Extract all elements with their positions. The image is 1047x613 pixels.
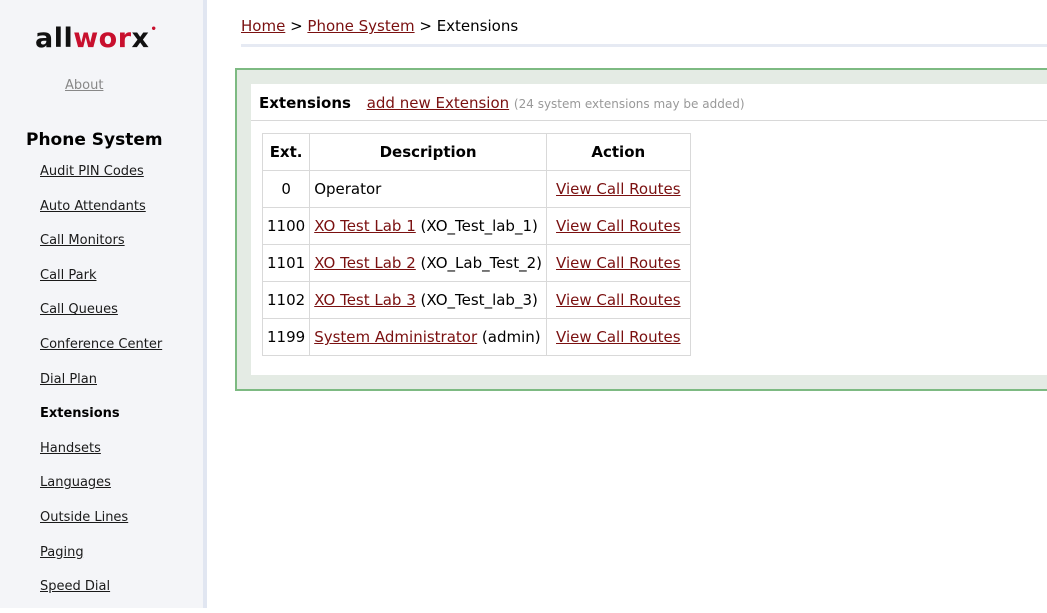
sidebar-item-label[interactable]: Auto Attendants [40,199,146,214]
extensions-table: Ext. Description Action 0 Operator View … [261,133,691,356]
sidebar-item-conference-center[interactable]: Conference Center [40,336,162,371]
sidebar-item-call-park[interactable]: Call Park [40,267,162,302]
add-new-extension-link[interactable]: add new Extension [367,94,509,112]
ext-cell: 0 [261,170,311,208]
action-cell: View Call Routes [546,244,691,282]
sidebar-item-handsets[interactable]: Handsets [40,440,162,475]
extension-name-link[interactable]: System Administrator [314,328,477,346]
description-cell: Operator [309,170,548,208]
sidebar-item-audit-pin-codes[interactable]: Audit PIN Codes [40,163,162,198]
breadcrumb-separator: > [414,17,437,35]
extension-username: (XO_Test_lab_1) [415,217,538,235]
view-call-routes-link[interactable]: View Call Routes [556,180,681,198]
view-call-routes-link[interactable]: View Call Routes [556,291,681,309]
extension-username: (XO_Lab_Test_2) [415,254,543,272]
sidebar-item-languages[interactable]: Languages [40,474,162,509]
table-row: 1101 XO Test Lab 2 (XO_Lab_Test_2) View … [261,244,691,282]
sidebar-item-call-monitors[interactable]: Call Monitors [40,232,162,267]
view-call-routes-link[interactable]: View Call Routes [556,328,681,346]
sidebar-item-auto-attendants[interactable]: Auto Attendants [40,198,162,233]
table-row: 1100 XO Test Lab 1 (XO_Test_lab_1) View … [261,207,691,245]
about-link[interactable]: About [65,78,103,93]
extension-name-link[interactable]: XO Test Lab 3 [314,291,416,309]
sidebar-item-label[interactable]: Call Queues [40,302,118,317]
action-cell: View Call Routes [546,281,691,319]
action-cell: View Call Routes [546,318,691,356]
breadcrumb-separator: > [285,17,308,35]
action-cell: View Call Routes [546,207,691,245]
panel-header: Extensions add new Extension (24 system … [259,94,745,112]
extension-name-link[interactable]: XO Test Lab 2 [314,254,416,272]
extension-username: (XO_Test_lab_3) [415,291,538,309]
view-call-routes-link[interactable]: View Call Routes [556,254,681,272]
breadcrumb-phone-system-link[interactable]: Phone System [307,17,414,35]
sidebar-item-outside-lines[interactable]: Outside Lines [40,509,162,544]
logo-text-wor: wor [73,23,132,54]
sidebar-nav: Audit PIN Codes Auto Attendants Call Mon… [40,163,162,613]
sidebar-item-call-queues[interactable]: Call Queues [40,301,162,336]
description-cell: XO Test Lab 1 (XO_Test_lab_1) [309,207,548,245]
view-call-routes-link[interactable]: View Call Routes [556,217,681,235]
logo-dot: • [150,24,158,35]
breadcrumb-current: Extensions [436,17,519,35]
table-row: 0 Operator View Call Routes [261,170,691,208]
sidebar-item-label[interactable]: Dial Plan [40,372,97,387]
panel-divider [251,120,1047,121]
extensions-remaining-note: (24 system extensions may be added) [513,97,745,111]
panel-title: Extensions [259,94,351,112]
breadcrumb-home-link[interactable]: Home [241,17,285,35]
description-cell: XO Test Lab 3 (XO_Test_lab_3) [309,281,548,319]
sidebar-item-extensions: Extensions [40,405,162,440]
sidebar-item-label[interactable]: Call Park [40,268,97,283]
ext-cell: 1100 [261,207,311,245]
logo-text-pre: all [35,23,74,54]
sidebar-item-label[interactable]: Handsets [40,441,101,456]
sidebar-item-label[interactable]: Audit PIN Codes [40,164,144,179]
sidebar-item-label[interactable]: Speed Dial [40,579,110,594]
description-cell: XO Test Lab 2 (XO_Lab_Test_2) [309,244,548,282]
sidebar-item-label[interactable]: Paging [40,545,84,560]
extension-name: Operator [314,180,382,198]
ext-cell: 1101 [261,244,311,282]
sidebar-heading: Phone System [26,130,163,150]
logo-text-post: x [131,23,150,54]
table-row: 1199 System Administrator (admin) View C… [261,318,691,356]
table-header-row: Ext. Description Action [261,133,691,171]
allworx-logo[interactable]: allworx• [35,23,158,54]
sidebar-item-label[interactable]: Languages [40,475,111,490]
sidebar-item-label[interactable]: Conference Center [40,337,162,352]
description-cell: System Administrator (admin) [309,318,548,356]
column-header-description: Description [309,133,548,171]
extension-username: (admin) [477,328,541,346]
breadcrumb: Home > Phone System > Extensions [241,17,518,35]
sidebar-item-label[interactable]: Outside Lines [40,510,128,525]
sidebar-item-dial-plan[interactable]: Dial Plan [40,371,162,406]
ext-cell: 1199 [261,318,311,356]
column-header-ext: Ext. [261,133,311,171]
sidebar-item-label[interactable]: Call Monitors [40,233,125,248]
sidebar-item-label: Extensions [40,406,120,422]
action-cell: View Call Routes [546,170,691,208]
breadcrumb-divider [241,44,1047,47]
ext-cell: 1102 [261,281,311,319]
sidebar-item-paging[interactable]: Paging [40,544,162,579]
column-header-action: Action [546,133,691,171]
extension-name-link[interactable]: XO Test Lab 1 [314,217,416,235]
sidebar: allworx• About Phone System Audit PIN Co… [0,0,207,608]
table-row: 1102 XO Test Lab 3 (XO_Test_lab_3) View … [261,281,691,319]
